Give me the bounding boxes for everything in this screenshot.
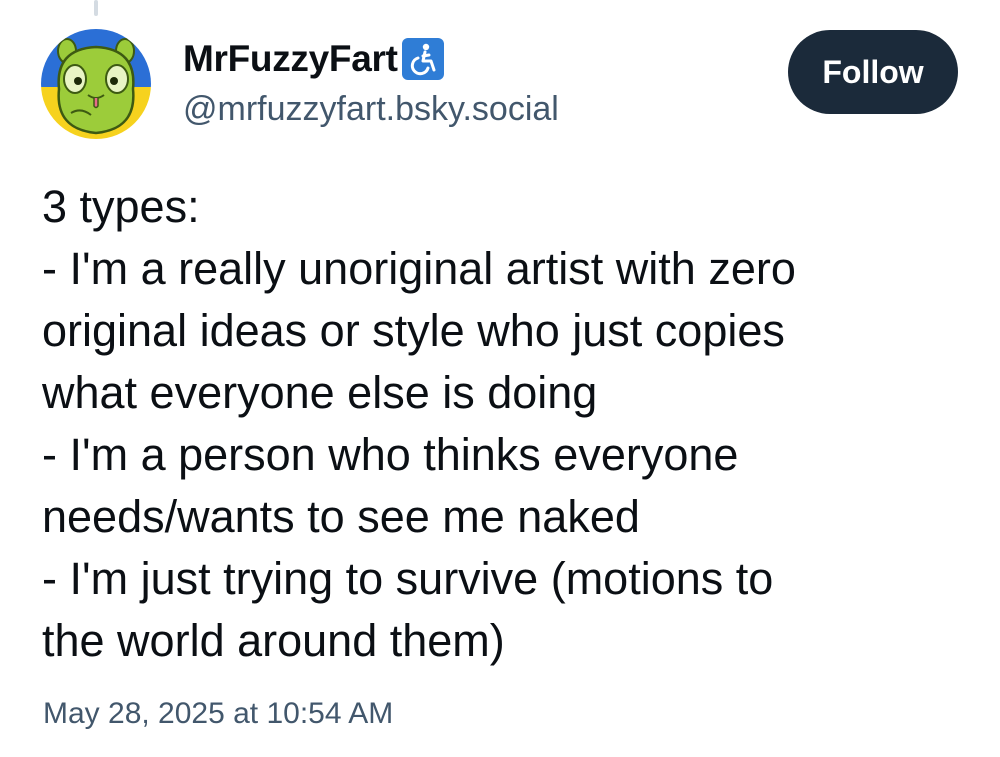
post-text-line: - I'm a really unoriginal artist with ze…	[42, 243, 796, 294]
post-text-line: needs/wants to see me naked	[42, 491, 640, 542]
wheelchair-symbol-icon	[401, 38, 444, 80]
author-display-name[interactable]: MrFuzzyFart	[183, 38, 398, 80]
post-text-line: - I'm a person who thinks everyone	[42, 429, 739, 480]
post-text-line: 3 types:	[42, 181, 200, 232]
author-name-row[interactable]: MrFuzzyFart	[183, 36, 444, 82]
avatar-image	[41, 29, 151, 139]
post-text: 3 types: - I'm a really unoriginal artis…	[42, 176, 942, 672]
post-text-line: what everyone else is doing	[42, 367, 598, 418]
author-handle[interactable]: @mrfuzzyfart.bsky.social	[183, 90, 559, 129]
follow-button[interactable]: Follow	[788, 30, 958, 114]
post-text-line: - I'm just trying to survive (motions to	[42, 553, 774, 604]
post-timestamp[interactable]: May 28, 2025 at 10:54 AM	[43, 697, 393, 731]
avatar[interactable]	[41, 29, 151, 139]
post-text-line: original ideas or style who just copies	[42, 305, 785, 356]
post-text-line: the world around them)	[42, 615, 505, 666]
thread-connector-line	[94, 0, 98, 16]
